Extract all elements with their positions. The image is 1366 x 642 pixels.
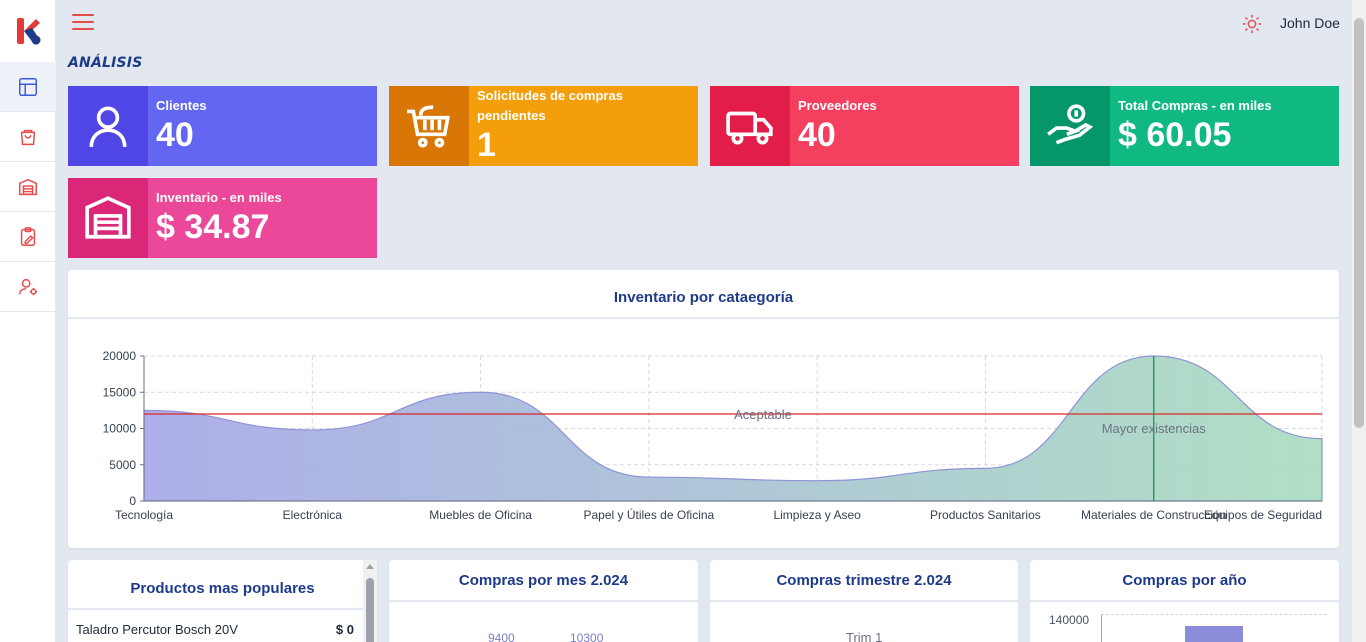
- sidebar-item-inventory[interactable]: [0, 162, 56, 212]
- card-label: Clientes: [156, 98, 207, 113]
- scrollbar-track[interactable]: [363, 560, 377, 642]
- scroll-up-arrow[interactable]: [366, 564, 374, 569]
- card-icon-wrap: [1030, 86, 1110, 166]
- divider: [710, 600, 1018, 602]
- card-body: Proveedores 40: [790, 86, 1019, 166]
- card-icon-wrap: [710, 86, 790, 166]
- product-name: Taladro Percutor Bosch 20V: [76, 622, 238, 637]
- page-scrollbar-thumb[interactable]: [1354, 18, 1364, 428]
- y-tick-label: 140000: [1049, 613, 1090, 627]
- divider: [68, 608, 363, 610]
- threshold-label: Aceptable: [734, 407, 792, 422]
- panel-title: Compras por mes 2.024: [458, 572, 629, 589]
- page-scrollbar-track[interactable]: [1352, 0, 1366, 642]
- warehouse-icon: [19, 178, 37, 195]
- data-label: 10300: [570, 631, 604, 642]
- y-tick-label: 20000: [103, 349, 137, 363]
- x-tick-label: Tecnología: [115, 508, 173, 522]
- product-price: $ 0: [335, 622, 354, 637]
- panel-title: Compras trimestre 2.024: [776, 572, 952, 589]
- page-title: ANÁLISIS: [68, 55, 143, 71]
- data-label: Trim 1: [846, 630, 883, 642]
- inventory-chart-panel: Inventario por cataegoría 0 5000 10000 1500…: [68, 270, 1339, 548]
- card-icon-wrap: [68, 178, 148, 258]
- card-inventario[interactable]: Inventario - en miles $ 34.87: [68, 178, 377, 258]
- x-tick-label: Productos Sanitarios: [930, 508, 1041, 522]
- user-name[interactable]: John Doe: [1280, 15, 1340, 31]
- grid-line: [1101, 614, 1327, 615]
- list-item[interactable]: Taladro Percutor Bosch 20V $ 0: [76, 622, 354, 637]
- monthly-purchases-panel: Compras por mes 2.024 9400 10300: [389, 560, 698, 642]
- hamburger-line: [72, 28, 94, 30]
- divider: [1030, 600, 1339, 602]
- data-label: 9400: [488, 631, 515, 642]
- sidebar-item-user-settings[interactable]: [0, 262, 56, 312]
- logo-icon: [17, 18, 41, 45]
- card-body: Clientes 40: [148, 86, 377, 166]
- y-tick-label: 0: [129, 494, 136, 508]
- y-tick-label: 15000: [103, 385, 137, 399]
- card-icon-wrap: [68, 86, 148, 166]
- card-value: 1: [477, 126, 496, 164]
- card-label: Total Compras - en miles: [1118, 98, 1272, 113]
- x-tick-label: Limpieza y Aseo: [773, 508, 861, 522]
- panel-title: Compras por año: [1122, 572, 1247, 589]
- card-body: Inventario - en miles $ 34.87: [148, 178, 377, 258]
- top-bar: John Doe: [56, 0, 1352, 48]
- card-clientes[interactable]: Clientes 40: [68, 86, 377, 166]
- shopping-bag-icon: [20, 129, 36, 145]
- card-label: Solicitudes de compras pendientes: [477, 88, 623, 123]
- popular-products-panel: Productos mas populares Taladro Percutor…: [68, 560, 377, 642]
- y-tick-label: 10000: [103, 422, 137, 436]
- yearly-purchases-panel: Compras por año 140000: [1030, 560, 1339, 642]
- max-marker-label: Mayor existencias: [1102, 421, 1207, 436]
- y-tick-label: 5000: [109, 458, 136, 472]
- hamburger-line: [72, 21, 94, 23]
- card-label: Inventario - en miles: [156, 190, 282, 205]
- layout-icon: [19, 77, 37, 96]
- sidebar-item-dashboard[interactable]: [0, 62, 56, 112]
- card-proveedores[interactable]: Proveedores 40: [710, 86, 1019, 166]
- menu-toggle-button[interactable]: [72, 14, 94, 32]
- card-total-compras[interactable]: Total Compras - en miles $ 60.05: [1030, 86, 1339, 166]
- clipboard-icon: [20, 226, 36, 246]
- truck-icon: [726, 111, 773, 145]
- card-icon-wrap: [389, 86, 469, 166]
- divider: [389, 600, 698, 602]
- app-logo[interactable]: [0, 0, 56, 62]
- x-tick-label: Equipos de Seguridad: [1204, 508, 1322, 522]
- user-gear-icon: [19, 278, 38, 295]
- bar: [1185, 626, 1243, 642]
- sidebar-item-requests[interactable]: [0, 212, 56, 262]
- card-body: Solicitudes de compras pendientes 1: [469, 86, 698, 166]
- card-solicitudes[interactable]: Solicitudes de compras pendientes 1: [389, 86, 698, 166]
- sun-icon[interactable]: [1241, 13, 1263, 35]
- card-label: Proveedores: [798, 98, 877, 113]
- x-tick-label: Electrónica: [283, 508, 343, 522]
- sidebar-item-purchases[interactable]: [0, 112, 56, 162]
- quarterly-purchases-panel: Compras trimestre 2.024 Trim 1: [710, 560, 1018, 642]
- scrollbar-thumb[interactable]: [366, 578, 374, 642]
- card-value: $ 60.05: [1118, 116, 1232, 154]
- sidebar: [0, 0, 56, 642]
- card-value: 40: [156, 116, 194, 154]
- warehouse-icon: [85, 196, 131, 239]
- card-value: $ 34.87: [156, 208, 270, 246]
- hand-coins-icon: [1047, 104, 1094, 145]
- card-value: 40: [798, 116, 836, 154]
- panel-title: Productos mas populares: [130, 580, 315, 597]
- y-axis: [1101, 614, 1102, 642]
- x-tick-label: Muebles de Oficina: [429, 508, 532, 522]
- x-tick-label: Papel y Útiles de Oficina: [583, 507, 714, 522]
- hamburger-line: [72, 14, 94, 16]
- area-chart: 0 5000 10000 15000 20000 Tecnología Electrónic…: [103, 349, 1323, 522]
- user-icon: [89, 106, 127, 147]
- card-body: Total Compras - en miles $ 60.05: [1110, 86, 1339, 166]
- cart-icon: [407, 105, 450, 148]
